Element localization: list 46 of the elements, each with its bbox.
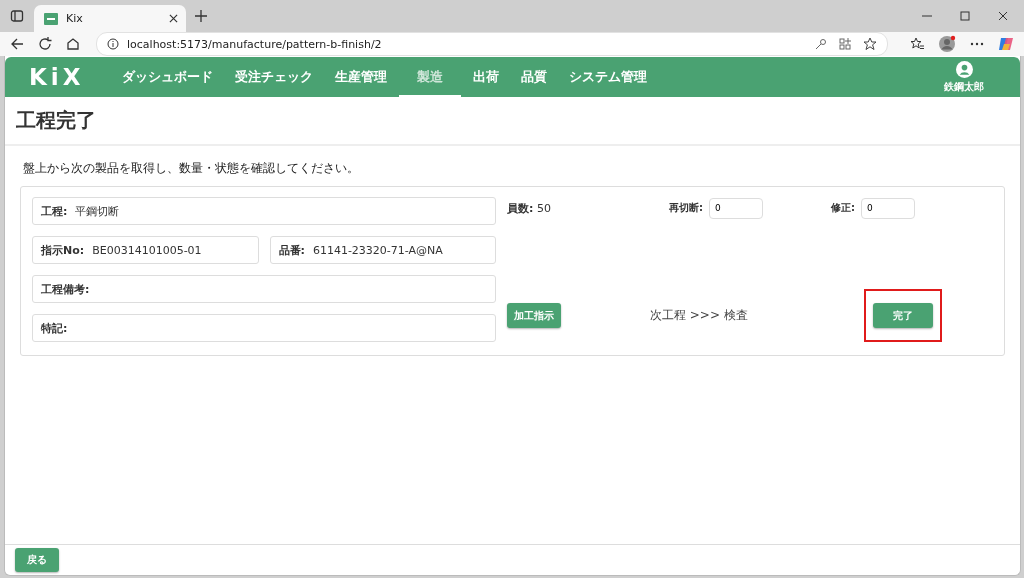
- grid-icon[interactable]: [839, 38, 851, 50]
- back-button[interactable]: 戻る: [15, 548, 59, 572]
- info-field: 特記:: [32, 314, 496, 342]
- profile-avatar-icon[interactable]: [938, 35, 956, 53]
- user-avatar-icon[interactable]: [955, 60, 973, 78]
- input-label: 修正:: [831, 201, 855, 215]
- reload-icon[interactable]: [38, 37, 52, 51]
- maximize-icon[interactable]: [960, 11, 970, 21]
- nav-tab[interactable]: システム管理: [559, 57, 657, 97]
- complete-button[interactable]: 完了: [872, 303, 933, 328]
- new-tab-icon[interactable]: [195, 10, 207, 22]
- input-label: 再切断:: [669, 201, 703, 215]
- page-title: 工程完了: [16, 107, 96, 134]
- nav-tab[interactable]: 受注チェック: [225, 57, 323, 97]
- back-arrow-icon[interactable]: [10, 37, 24, 51]
- input-field[interactable]: 0: [861, 197, 915, 219]
- app-logo[interactable]: KiX: [29, 64, 87, 90]
- input-field[interactable]: 0: [709, 197, 763, 219]
- instruction-text: 盤上から次の製品を取得し、数量・状態を確認してください。: [23, 160, 360, 177]
- nav-tab[interactable]: 生産管理: [325, 57, 397, 97]
- user-name: 鉄鋼太郎: [944, 79, 984, 94]
- close-icon[interactable]: [169, 14, 178, 23]
- copilot-icon[interactable]: [998, 36, 1014, 52]
- nav-tab[interactable]: 製造: [399, 57, 461, 97]
- info-field: 指示No: BE00314101005-01: [32, 236, 259, 264]
- nav-tab[interactable]: ダッシュボード: [112, 57, 223, 97]
- nav-tab[interactable]: 品質: [511, 57, 557, 97]
- address-bar[interactable]: localhost:5173/manufacture/pattern-b-finish/2: [96, 32, 888, 56]
- favorites-icon[interactable]: [910, 37, 924, 51]
- next-process-text: 次工程 >>> 検査: [650, 307, 748, 324]
- key-icon[interactable]: [815, 38, 827, 50]
- tab-actions-icon[interactable]: [10, 9, 24, 23]
- info-icon: [107, 38, 119, 50]
- more-icon[interactable]: [970, 42, 984, 46]
- browser-tab[interactable]: Kix: [34, 5, 186, 32]
- info-field: 工程: 平鋼切断: [32, 197, 496, 225]
- info-field: 品番: 61141-23320-71-A@NA: [269, 236, 496, 264]
- home-icon[interactable]: [66, 37, 80, 51]
- star-icon[interactable]: [863, 37, 877, 51]
- app-favicon-icon: [44, 12, 58, 25]
- nav-tab[interactable]: 出荷: [463, 57, 509, 97]
- close-icon[interactable]: [998, 11, 1008, 21]
- process-instruction-button[interactable]: 加工指示: [507, 303, 561, 328]
- info-field: 工程備考:: [32, 275, 496, 303]
- count-text: 員数: 50: [507, 200, 552, 216]
- tab-title: Kix: [66, 12, 84, 25]
